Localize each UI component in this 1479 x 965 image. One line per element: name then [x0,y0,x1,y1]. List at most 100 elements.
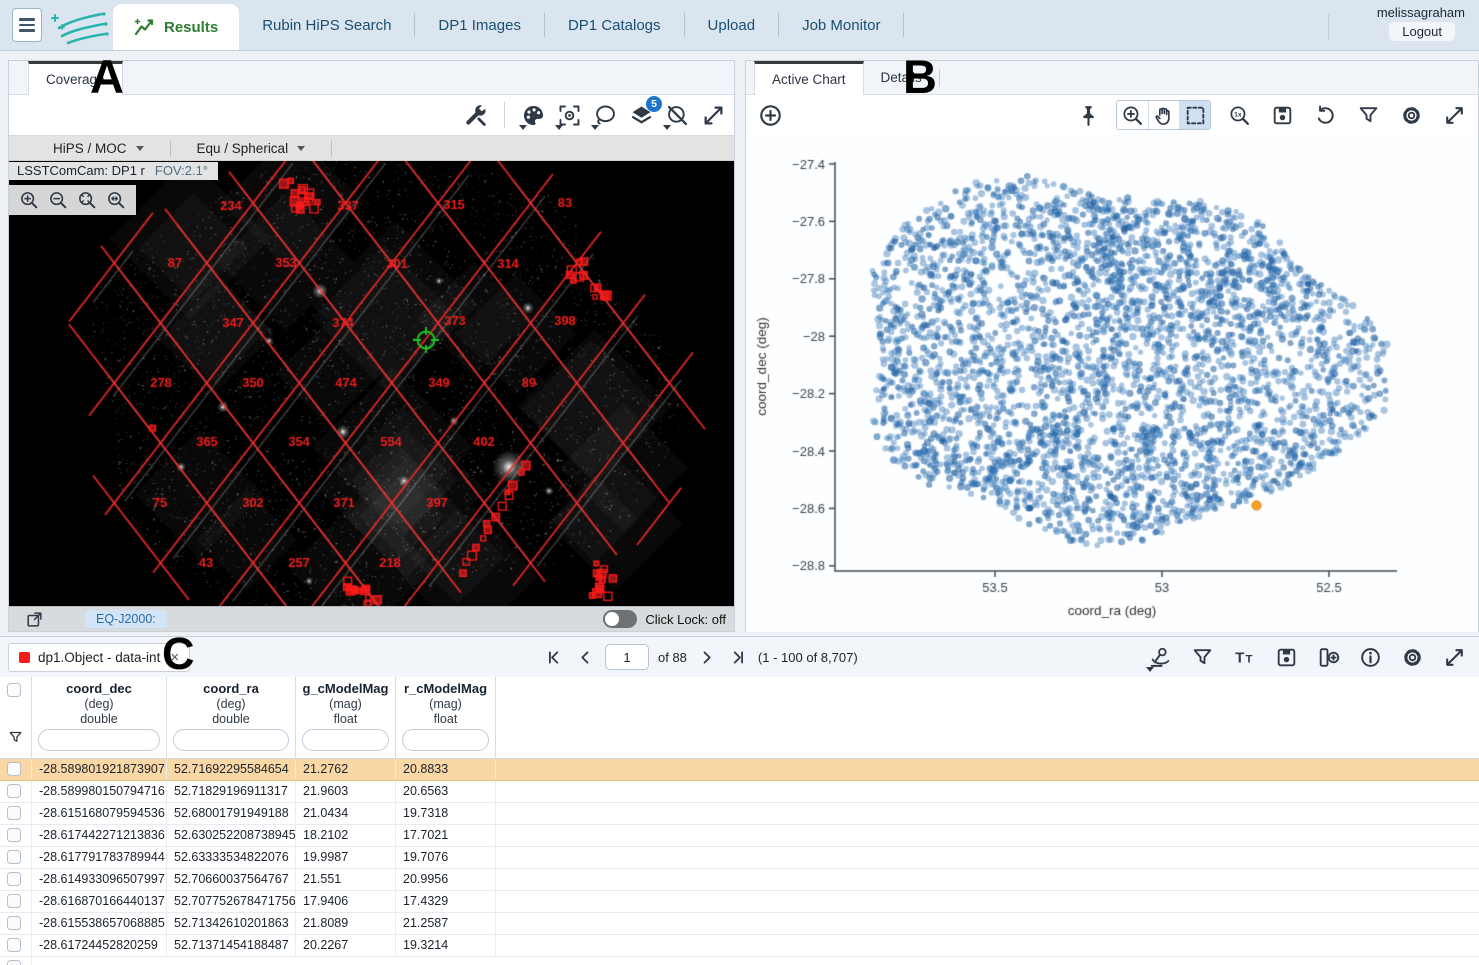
filter-input-r_cModelMag[interactable] [402,729,489,751]
row-checkbox[interactable] [7,828,21,842]
zoom-out-icon [47,189,69,211]
click-lock-label: Click Lock: off [645,612,726,627]
layers-button[interactable]: 5 [626,100,656,130]
filter-input-coord_ra[interactable] [173,729,289,751]
column-header-g_cModelMag[interactable]: g_cModelMag(mag)float [296,677,396,758]
tab-rubin-hips-search[interactable]: Rubin HiPS Search [239,0,414,50]
table-row[interactable]: -28.61516807959453652.6800179194918821.0… [0,803,1479,825]
palette-button[interactable] [518,100,548,130]
add-chart-button[interactable] [755,100,785,130]
tab-upload[interactable]: Upload [685,0,779,50]
tab-dp1-images[interactable]: DP1 Images [415,0,544,50]
filter-input-g_cModelMag[interactable] [302,729,389,751]
settings-button[interactable] [1396,100,1426,130]
row-checkbox[interactable] [7,894,21,908]
tab-job-monitor[interactable]: Job Monitor [779,0,903,50]
table-color-swatch [19,652,30,663]
save-icon [1270,103,1295,128]
first-page-button[interactable] [543,646,565,668]
cell-coord_ra: 52.71692295584654 [167,759,296,780]
hips-moc-dropdown[interactable]: HiPS / MOC [53,141,144,156]
row-checkbox[interactable] [7,762,21,776]
tab-active-chart[interactable]: Active Chart [754,61,864,95]
column-header-r_cModelMag[interactable]: r_cModelMag(mag)float [396,677,496,758]
hide-overlays-button[interactable] [662,100,692,130]
popout-button[interactable] [23,608,45,630]
table-row[interactable]: -28.61493309650799752.7066003756476721.5… [0,869,1479,891]
expand-button[interactable] [1439,100,1469,130]
expand-icon [1442,645,1467,670]
pan-hand-button[interactable] [1148,101,1179,129]
zoom-fit-button[interactable] [75,188,99,212]
row-checkbox[interactable] [7,784,21,798]
table-tab[interactable]: dp1.Object - data-int × [8,643,190,672]
restore-button[interactable] [1310,100,1340,130]
sky-coverage-map[interactable]: LSSTComCam: DP1 r FOV:2.1° [9,161,734,608]
center-target-button[interactable] [554,100,584,130]
chart-canvas[interactable] [746,135,1478,632]
add-chart-icon [757,102,784,129]
next-page-button[interactable] [696,646,718,668]
scatter-chart[interactable] [746,135,1478,632]
text-options-icon: TT [1232,645,1257,670]
lasso-select-button[interactable] [590,100,620,130]
table-row[interactable]: -28.61744227121383652.63025220873894518.… [0,825,1479,847]
zoom-out-button[interactable] [46,188,70,212]
pin-button[interactable] [1073,100,1103,130]
select-area-button[interactable] [1179,101,1210,129]
tab-details[interactable]: Details [864,61,939,94]
last-page-button[interactable] [727,646,749,668]
logout-button[interactable]: Logout [1389,22,1455,41]
table-row[interactable]: -28.58980192187390752.7169229558465421.2… [0,759,1479,781]
cell-g_cModelMag: 21.0434 [296,803,396,824]
row-checkbox[interactable] [7,872,21,886]
row-checkbox[interactable] [7,916,21,930]
hamburger-menu-button[interactable] [12,8,42,42]
coverage-tabstrip: Coverage [9,61,734,95]
tab-coverage[interactable]: Coverage [28,61,123,95]
select-all-checkbox[interactable] [7,683,21,697]
row-checkbox[interactable] [7,806,21,820]
table-row[interactable]: -28.61687016644013752.70775267847175617.… [0,891,1479,913]
save-button[interactable] [1271,642,1301,672]
settings-button[interactable] [1397,642,1427,672]
column-header-coord_ra[interactable]: coord_ra(deg)double [167,677,296,758]
expand-button[interactable] [1439,642,1469,672]
zoom-in-button[interactable] [1117,101,1148,129]
chart-line-icon [134,17,155,38]
info-button[interactable] [1355,642,1385,672]
text-options-button[interactable]: TT [1229,642,1259,672]
filter-button[interactable] [1187,642,1217,672]
rubin-portal-app: Results Rubin HiPS Search DP1 Images DP1… [0,0,1479,965]
zoom-in-button[interactable] [17,188,41,212]
external-link-icon [25,610,44,629]
table-row[interactable] [0,957,1479,965]
table-row[interactable]: -28.6172445282025952.7137145418848720.22… [0,935,1479,957]
save-button[interactable] [1267,100,1297,130]
filter-button[interactable] [1353,100,1383,130]
table-row[interactable]: -28.61779178378994452.6333353482207619.9… [0,847,1479,869]
zoom-1x-button[interactable]: 1x [1224,100,1254,130]
table-row[interactable]: -28.61553865706888552.7134261020186321.8… [0,913,1479,935]
sky-canvas[interactable] [9,161,734,608]
row-checkbox[interactable] [7,938,21,952]
table-row[interactable]: -28.58998015079471652.7182919691131721.9… [0,781,1479,803]
click-lock-toggle[interactable] [603,610,637,628]
zoom-fill-button[interactable] [104,188,128,212]
tab-results[interactable]: Results [113,4,239,50]
tools-button[interactable] [461,100,491,130]
previous-page-button[interactable] [574,646,596,668]
add-column-button[interactable] [1313,642,1343,672]
explore-button[interactable] [1145,642,1175,672]
projection-dropdown[interactable]: Equ / Spherical [197,141,306,156]
column-header-coord_dec[interactable]: coord_dec(deg)double [32,677,167,758]
expand-button[interactable] [698,100,728,130]
coverage-status-bar: EQ-J2000: Click Lock: off [9,606,734,631]
row-checkbox[interactable] [7,850,21,864]
select-area-icon [1183,103,1208,128]
top-navigation: Results Rubin HiPS Search DP1 Images DP1… [0,0,1479,51]
tab-dp1-catalogs[interactable]: DP1 Catalogs [545,0,684,50]
filter-input-coord_dec[interactable] [38,729,160,751]
page-number-input[interactable] [605,644,649,670]
close-icon[interactable]: × [170,649,179,666]
